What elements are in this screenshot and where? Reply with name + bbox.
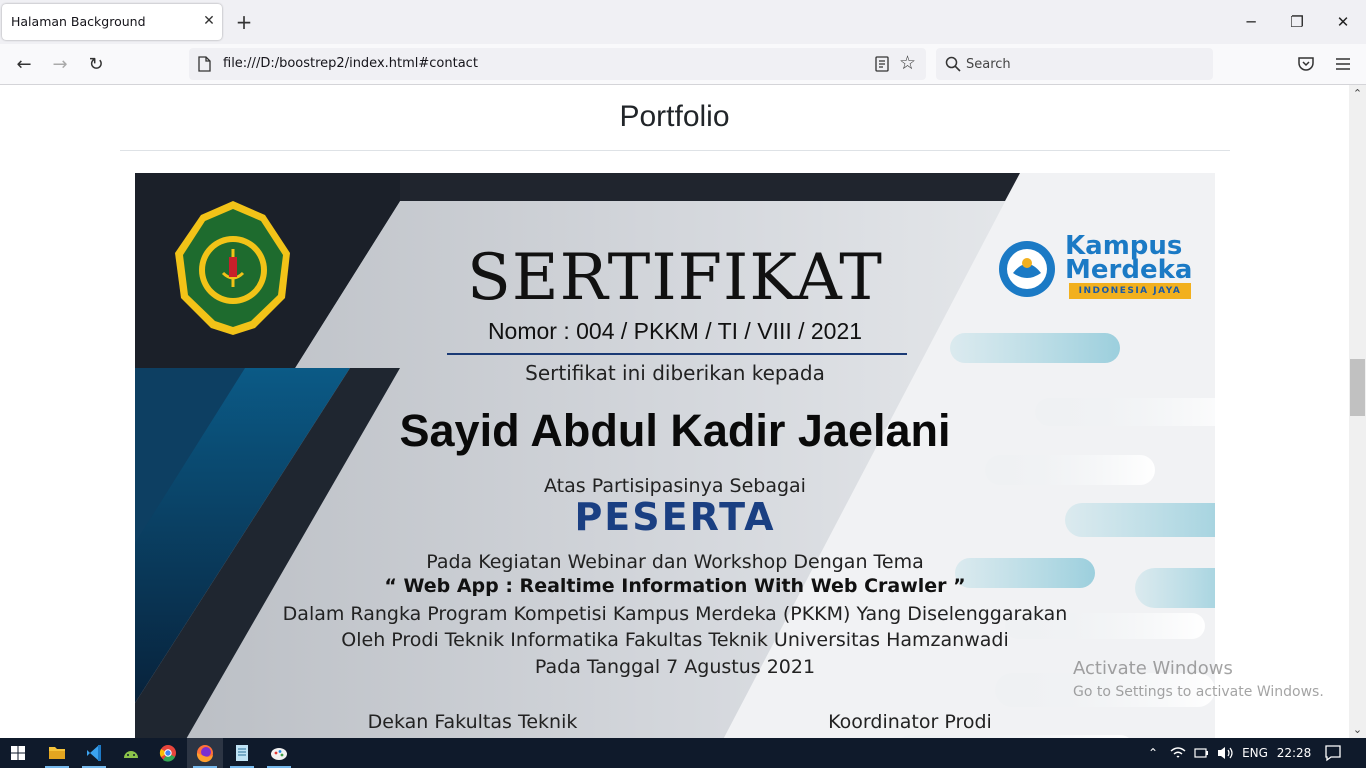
pocket-icon[interactable]	[1296, 54, 1316, 74]
volume-icon[interactable]	[1213, 738, 1237, 768]
new-tab-button[interactable]: +	[233, 11, 255, 33]
scroll-up-arrow-icon[interactable]: ⌃	[1349, 85, 1366, 102]
certificate-given-to: Sertifikat ini diberikan kepada	[525, 361, 825, 385]
certificate-recipient: Sayid Abdul Kadir Jaelani	[399, 405, 951, 456]
certificate-signer-dean: Dekan Fakultas Teknik	[367, 711, 578, 733]
language-indicator[interactable]: ENG	[1238, 738, 1272, 768]
tab-close-icon[interactable]: ✕	[200, 12, 218, 30]
chrome-icon[interactable]	[150, 738, 186, 768]
certificate-event-line: Pada Kegiatan Webinar dan Workshop Denga…	[426, 551, 924, 573]
certificate-number: Nomor : 004 / PKKM / TI / VIII / 2021	[487, 318, 863, 344]
windows-taskbar: ⌃ ENG 22:28	[0, 738, 1366, 768]
page-icon	[198, 56, 211, 72]
paint-icon[interactable]	[261, 738, 297, 768]
hamburger-menu-icon[interactable]	[1333, 54, 1353, 74]
close-window-button[interactable]: ✕	[1320, 6, 1366, 38]
navigation-toolbar: ← → ↻ file:///D:/boostrep2/index.html#co…	[0, 44, 1366, 85]
search-bar[interactable]	[936, 48, 1213, 80]
certificate-program-line: Dalam Rangka Program Kompetisi Kampus Me…	[282, 603, 1068, 625]
kampus-merdeka-tagline: INDONESIA JAYA	[1069, 283, 1191, 299]
certificate-divider	[447, 353, 907, 355]
wifi-icon[interactable]	[1167, 738, 1189, 768]
browser-tab[interactable]: Halaman Background ✕	[2, 4, 222, 40]
certificate-date: Pada Tanggal 7 Agustus 2021	[534, 656, 816, 678]
scroll-thumb[interactable]	[1350, 359, 1365, 416]
certificate-role: PESERTA	[574, 495, 776, 539]
reload-button[interactable]: ↻	[82, 51, 110, 79]
firefox-icon[interactable]	[187, 738, 223, 768]
heading-divider	[120, 150, 1230, 151]
certificate-role-intro: Atas Partisipasinya Sebagai	[544, 475, 806, 497]
tab-bar: Halaman Background ✕ + ─ ❐ ✕	[0, 0, 1366, 44]
tab-title: Halaman Background	[11, 14, 146, 29]
certificate-signer-coordinator: Koordinator Prodi	[828, 711, 992, 733]
certificate-organizer-line: Oleh Prodi Teknik Informatika Fakultas T…	[341, 629, 1009, 651]
notepad-icon[interactable]	[224, 738, 260, 768]
certificate-theme: “ Web App : Realtime Information With We…	[384, 575, 966, 597]
notification-center-icon[interactable]	[1320, 738, 1346, 768]
certificate-title: SERTIFIKAT	[467, 241, 883, 315]
clock[interactable]: 22:28	[1274, 738, 1314, 768]
search-input[interactable]	[966, 54, 1196, 74]
minimize-button[interactable]: ─	[1228, 6, 1274, 38]
reader-view-icon[interactable]	[873, 55, 891, 73]
kampus-merdeka-line2: Merdeka	[1065, 255, 1193, 285]
section-heading: Portfolio	[619, 100, 730, 133]
forward-button[interactable]: →	[46, 51, 74, 79]
page-viewport: Portfolio Kampus Merdeka INDONESIA JAYA …	[0, 85, 1349, 738]
activate-windows-title: Activate Windows	[1073, 658, 1233, 679]
android-studio-icon[interactable]	[113, 738, 149, 768]
restore-button[interactable]: ❐	[1274, 6, 1320, 38]
tray-overflow-icon[interactable]: ⌃	[1142, 738, 1164, 768]
start-icon[interactable]	[0, 738, 36, 768]
kampus-merdeka-logo	[999, 241, 1055, 297]
url-text[interactable]: file:///D:/boostrep2/index.html#contact	[223, 56, 478, 71]
search-icon	[945, 56, 961, 72]
battery-icon[interactable]	[1190, 738, 1212, 768]
certificate-image: Kampus Merdeka INDONESIA JAYA SERTIFIKAT…	[135, 173, 1215, 738]
bookmark-star-icon[interactable]: ☆	[899, 53, 916, 73]
back-button[interactable]: ←	[10, 51, 38, 79]
scroll-down-arrow-icon[interactable]: ⌄	[1349, 721, 1366, 738]
file-explorer-icon[interactable]	[39, 738, 75, 768]
address-bar[interactable]: file:///D:/boostrep2/index.html#contact …	[189, 48, 926, 80]
vscode-icon[interactable]	[76, 738, 112, 768]
vertical-scrollbar[interactable]: ⌃ ⌄	[1349, 85, 1366, 738]
activate-windows-subtitle: Go to Settings to activate Windows.	[1073, 684, 1324, 700]
